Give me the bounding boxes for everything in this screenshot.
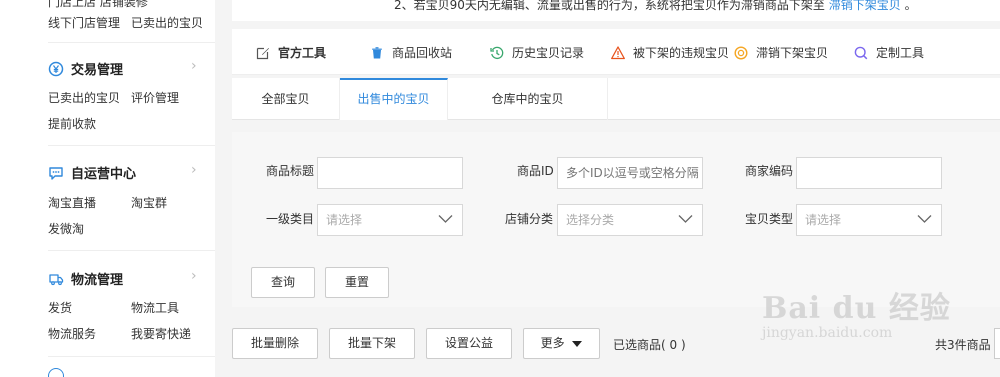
item-type-placeholder: 请选择 (805, 213, 842, 227)
notice-text: 2、若宝贝90天内无编辑、流量或出售的行为，系统将把宝贝作为滞销商品下架至 滞销… (394, 0, 917, 13)
tool-unsold-items[interactable]: 滞销下架宝贝 (734, 44, 828, 61)
category-placeholder: 请选择 (326, 213, 363, 227)
sidebar-top-links[interactable]: 门店上店 店铺装修 (48, 0, 148, 10)
category-label: 一级类目 (266, 212, 315, 226)
tool-label: 商品回收站 (392, 46, 453, 60)
filter-panel: 商品标题 商品ID 商家编码 一级类目 请选择 店铺分类 选择分类 宝贝类型 请… (232, 132, 1000, 307)
yen-circle-icon (48, 61, 64, 77)
sidebar-item-logistics-tools[interactable]: 物流工具 (131, 299, 179, 316)
tab-all-items[interactable]: 全部宝贝 (232, 78, 340, 120)
sidebar-section-logistics[interactable]: 物流管理 (48, 269, 123, 288)
merchant-code-input[interactable] (796, 157, 942, 189)
sidebar-section-title: 自运营中心 (71, 167, 137, 182)
sidebar-item-live[interactable]: 淘宝直播 (48, 194, 96, 211)
history-icon (490, 46, 504, 60)
chevron-down-icon (917, 215, 932, 223)
category-select[interactable]: 请选择 (317, 204, 463, 236)
total-count: 共3件商品 (935, 338, 991, 352)
item-id-input[interactable] (557, 157, 703, 189)
search-icon (854, 46, 868, 60)
sidebar-section-title: 交易管理 (71, 63, 124, 78)
pagination-control[interactable] (994, 328, 1000, 359)
sidebar-divider (48, 250, 215, 251)
tool-official-tools[interactable]: 官方工具 (256, 44, 326, 61)
public-welfare-button[interactable]: 设置公益 (426, 328, 512, 359)
search-button[interactable]: 查询 (251, 267, 315, 298)
trash-icon (370, 46, 384, 60)
next-section-icon (48, 368, 64, 377)
sidebar-item-group[interactable]: 淘宝群 (131, 194, 167, 211)
batch-actions: 批量删除 批量下架 设置公益 更多 已选商品( 0 ) 共3件商品 (232, 318, 1000, 377)
chevron-down-icon (438, 215, 453, 223)
sidebar-item-weitao[interactable]: 发微淘 (48, 220, 84, 237)
item-id-label: 商品ID (517, 164, 554, 178)
sidebar-item-send-express[interactable]: 我要寄快递 (131, 325, 191, 342)
more-label: 更多 (540, 336, 565, 350)
chevron-right-icon[interactable]: › (191, 162, 197, 178)
tool-label: 被下架的违规宝贝 (633, 46, 730, 60)
toolbar: 官方工具 商品回收站 历史宝贝记录 被下架的违规宝贝 滞销下架宝贝 定制工具 (232, 29, 1000, 75)
merchant-code-label: 商家编码 (745, 164, 794, 178)
tool-label: 官方工具 (278, 46, 327, 60)
tool-history[interactable]: 历史宝贝记录 (490, 44, 584, 61)
title-input[interactable] (317, 157, 463, 189)
chat-bubble-icon (48, 165, 64, 181)
clock-icon (734, 45, 748, 60)
notice-tail: 。 (904, 0, 917, 12)
item-type-label: 宝贝类型 (745, 212, 794, 226)
sidebar-section-self-ops[interactable]: 自运营中心 (48, 163, 136, 182)
warning-icon (611, 45, 625, 60)
caret-down-icon (572, 340, 583, 347)
reset-button[interactable]: 重置 (325, 267, 389, 298)
tool-violation-items[interactable]: 被下架的违规宝贝 (611, 44, 729, 61)
sidebar-item-early-payment[interactable]: 提前收款 (48, 115, 96, 132)
edit-icon (256, 46, 270, 60)
tab-on-sale[interactable]: 出售中的宝贝 (340, 78, 448, 120)
tool-recycle-bin[interactable]: 商品回收站 (370, 44, 452, 61)
chevron-down-icon (678, 215, 693, 223)
more-button[interactable]: 更多 (523, 328, 600, 359)
tool-label: 定制工具 (876, 46, 925, 60)
shop-category-placeholder: 选择分类 (566, 213, 615, 227)
notice-body: 2、若宝贝90天内无编辑、流量或出售的行为，系统将把宝贝作为滞销商品下架至 (394, 0, 825, 12)
batch-delete-button[interactable]: 批量删除 (232, 328, 318, 359)
sidebar-divider (48, 356, 215, 357)
chevron-right-icon[interactable]: › (191, 58, 197, 74)
selected-count: 已选商品( 0 ) (613, 338, 686, 352)
taobao-seller-center: 门店上店 店铺装修 线下门店管理 已卖出的宝贝 交易管理 › 已卖出的宝贝 评价… (0, 0, 1000, 377)
notice-bar: 2、若宝贝90天内无编辑、流量或出售的行为，系统将把宝贝作为滞销商品下架至 滞销… (232, 0, 1000, 21)
sidebar-item-offline-store[interactable]: 线下门店管理 (48, 14, 120, 31)
sidebar: 门店上店 店铺装修 线下门店管理 已卖出的宝贝 交易管理 › 已卖出的宝贝 评价… (0, 0, 215, 377)
shop-category-select[interactable]: 选择分类 (557, 204, 703, 236)
shop-category-label: 店铺分类 (505, 212, 554, 226)
batch-offshelf-button[interactable]: 批量下架 (329, 328, 415, 359)
sidebar-divider (48, 145, 215, 146)
sidebar-item-sold[interactable]: 已卖出的宝贝 (48, 89, 120, 106)
sidebar-item-logistics-service[interactable]: 物流服务 (48, 325, 96, 342)
chevron-right-icon[interactable]: › (191, 268, 197, 284)
sidebar-item-reviews[interactable]: 评价管理 (131, 89, 179, 106)
sidebar-section-trade[interactable]: 交易管理 (48, 59, 123, 78)
sidebar-section-title: 物流管理 (71, 273, 124, 288)
item-type-select[interactable]: 请选择 (796, 204, 942, 236)
tool-label: 历史宝贝记录 (512, 46, 585, 60)
tab-warehouse[interactable]: 仓库中的宝贝 (448, 78, 608, 120)
sidebar-item-ship[interactable]: 发货 (48, 299, 72, 316)
main-content: 2、若宝贝90天内无编辑、流量或出售的行为，系统将把宝贝作为滞销商品下架至 滞销… (232, 0, 1000, 377)
tool-custom-tools[interactable]: 定制工具 (854, 44, 924, 61)
logistics-icon (48, 271, 64, 287)
sidebar-item-sold-items[interactable]: 已卖出的宝贝 (131, 14, 203, 31)
item-tabs: 全部宝贝 出售中的宝贝 仓库中的宝贝 (232, 78, 1000, 120)
tool-label: 滞销下架宝贝 (756, 46, 829, 60)
title-label: 商品标题 (266, 164, 315, 178)
sidebar-divider (48, 42, 215, 43)
notice-link[interactable]: 滞销下架宝贝 (829, 0, 901, 12)
